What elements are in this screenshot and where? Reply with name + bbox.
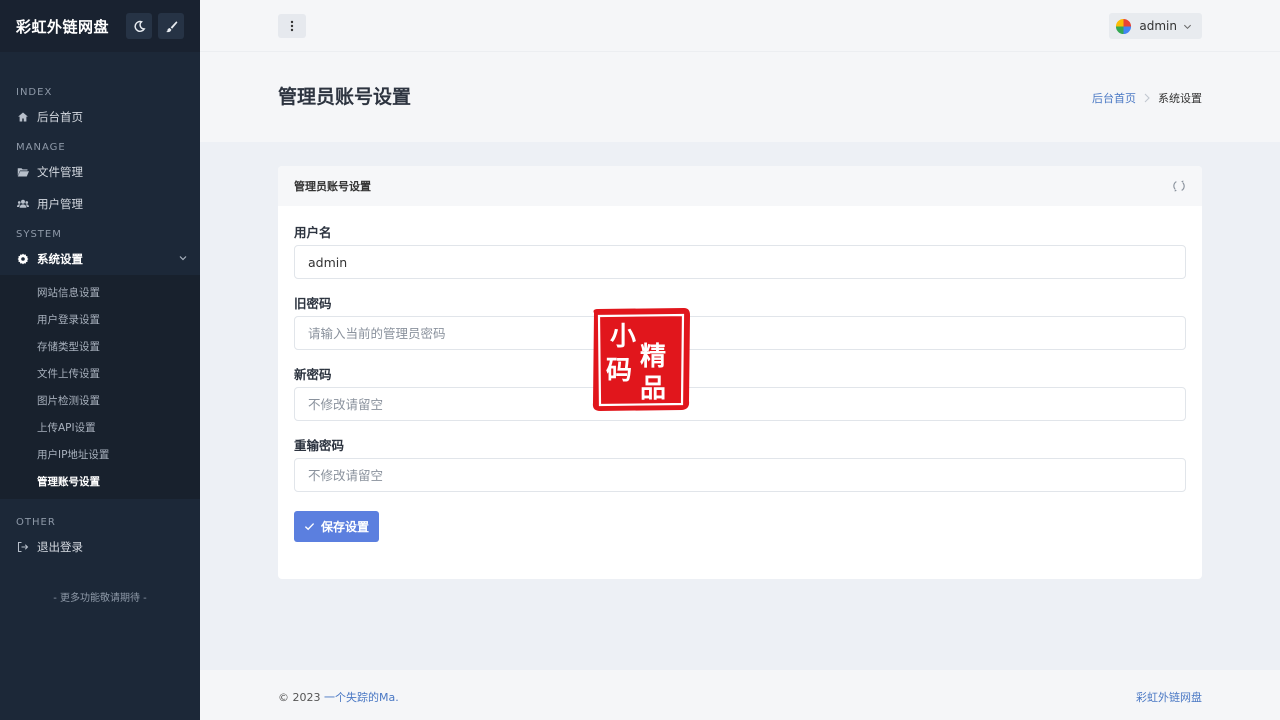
sidebar-item-label: 用户管理 xyxy=(37,197,83,211)
user-menu-button[interactable]: admin xyxy=(1109,13,1202,39)
nav-section-other: OTHER xyxy=(16,516,56,528)
sidebar-item-users[interactable]: 用户管理 xyxy=(0,188,200,220)
moon-icon xyxy=(133,20,146,32)
footer: © 2023 一个失踪的Ma. 彩虹外链网盘 xyxy=(200,670,1280,720)
ellipsis-vertical-icon xyxy=(290,20,294,32)
submenu-item[interactable]: 用户登录设置 xyxy=(0,306,200,333)
sidebar-item-label: 系统设置 xyxy=(37,252,83,266)
save-button-label: 保存设置 xyxy=(321,520,370,534)
confirm-password-label: 重输密码 xyxy=(294,438,345,453)
svg-text:精: 精 xyxy=(640,342,666,372)
chevron-down-icon xyxy=(179,256,187,261)
dark-mode-toggle[interactable] xyxy=(126,13,152,39)
breadcrumb-current: 系统设置 xyxy=(1158,92,1202,105)
card-body: 用户名 旧密码 新密码 重输密码 保存设置 xyxy=(278,206,1202,542)
author-link[interactable]: 一个失踪的Ma. xyxy=(324,691,399,704)
refresh-icon[interactable] xyxy=(1172,179,1186,193)
new-password-label: 新密码 xyxy=(294,367,332,382)
username-input[interactable] xyxy=(294,245,1186,279)
svg-text:小: 小 xyxy=(610,322,636,352)
users-icon xyxy=(16,197,30,211)
submenu-item[interactable]: 网站信息设置 xyxy=(0,279,200,306)
page-header: 管理员账号设置 后台首页 系统设置 xyxy=(200,52,1280,142)
submenu-item[interactable]: 上传API设置 xyxy=(0,414,200,441)
chevron-down-icon xyxy=(1183,24,1192,29)
sidebar-item-home[interactable]: 后台首页 xyxy=(0,101,200,133)
username-label: 用户名 xyxy=(294,225,332,240)
sidebar-item-settings[interactable]: 系统设置 xyxy=(0,243,200,275)
svg-text:码: 码 xyxy=(606,356,632,386)
chevron-right-icon xyxy=(1144,93,1150,103)
sidebar-item-label: 后台首页 xyxy=(37,110,83,124)
topbar: admin xyxy=(200,0,1280,52)
avatar xyxy=(1116,18,1132,34)
nav-section-manage: MANAGE xyxy=(16,141,66,153)
footer-brand-link[interactable]: 彩虹外链网盘 xyxy=(1136,689,1202,705)
save-settings-button[interactable]: 保存设置 xyxy=(294,511,380,542)
gear-icon xyxy=(16,252,30,266)
old-password-input[interactable] xyxy=(294,316,1186,350)
breadcrumb-home-link[interactable]: 后台首页 xyxy=(1092,90,1136,106)
new-password-input[interactable] xyxy=(294,387,1186,421)
submenu-item-current[interactable]: 管理账号设置 xyxy=(0,468,200,495)
nav-section-system: SYSTEM xyxy=(16,228,62,240)
sidebar-toggle-button[interactable] xyxy=(278,14,306,38)
nav-section-index: INDEX xyxy=(16,86,53,98)
sidebar: 彩虹外链网盘 INDEX 后台首页 MANAGE 文件管理 用户管理 SYSTE… xyxy=(0,0,200,720)
brand-logo-text[interactable]: 彩虹外链网盘 xyxy=(16,16,120,37)
sidebar-item-logout[interactable]: 退出登录 xyxy=(0,531,200,563)
submenu-item[interactable]: 图片检测设置 xyxy=(0,387,200,414)
admin-settings-card: 管理员账号设置 用户名 旧密码 新密码 重输密码 保存设置 xyxy=(278,166,1202,579)
sign-out-icon xyxy=(16,540,30,554)
seal-stamp: 小 精 码 品 xyxy=(592,308,690,411)
folder-open-icon xyxy=(16,165,30,179)
brush-icon xyxy=(165,20,177,32)
old-password-label: 旧密码 xyxy=(294,296,332,311)
home-icon xyxy=(16,110,30,124)
more-features-text: - 更多功能敬请期待 - xyxy=(53,593,147,604)
copyright-text: © 2023 xyxy=(278,691,324,704)
sidebar-item-label: 退出登录 xyxy=(37,540,83,554)
submenu-item[interactable]: 文件上传设置 xyxy=(0,360,200,387)
check-icon xyxy=(304,523,315,531)
svg-text:品: 品 xyxy=(640,374,666,404)
sidebar-header: 彩虹外链网盘 xyxy=(0,0,200,52)
submenu-item[interactable]: 用户IP地址设置 xyxy=(0,441,200,468)
theme-brush-button[interactable] xyxy=(158,13,184,39)
card-header: 管理员账号设置 xyxy=(278,166,1202,206)
settings-submenu: 网站信息设置 用户登录设置 存储类型设置 文件上传设置 图片检测设置 上传API… xyxy=(0,275,200,499)
confirm-password-input[interactable] xyxy=(294,458,1186,492)
footer-copyright: © 2023 一个失踪的Ma. xyxy=(278,689,399,705)
submenu-item[interactable]: 存储类型设置 xyxy=(0,333,200,360)
card-title: 管理员账号设置 xyxy=(294,180,371,193)
breadcrumb: 后台首页 系统设置 xyxy=(1092,90,1202,106)
sidebar-item-files[interactable]: 文件管理 xyxy=(0,156,200,188)
page-title: 管理员账号设置 xyxy=(278,86,412,108)
sidebar-item-label: 文件管理 xyxy=(37,165,83,179)
username-label: admin xyxy=(1139,19,1177,33)
